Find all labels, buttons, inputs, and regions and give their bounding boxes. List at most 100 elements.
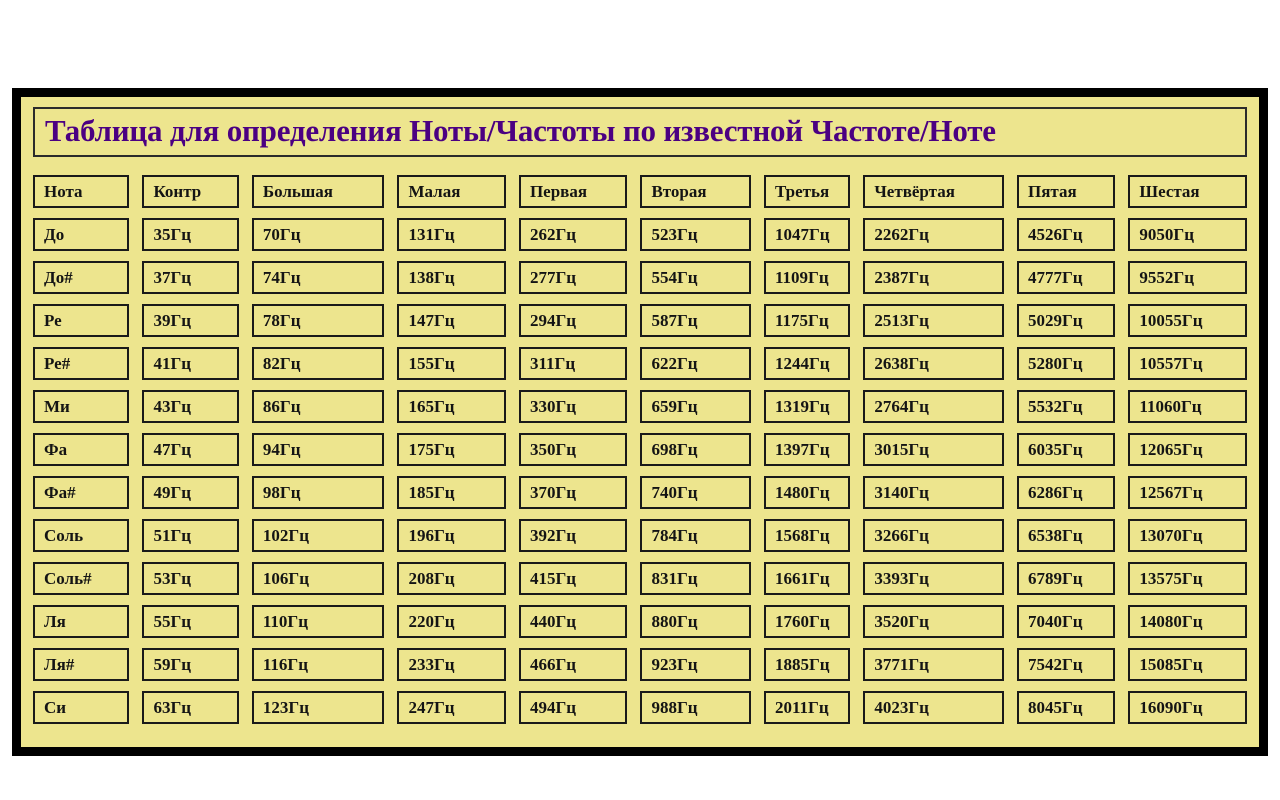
frequency-cell: 1244Гц (763, 347, 851, 380)
frequency-cell: 4526Гц (1016, 218, 1116, 251)
frequency-cell: 165Гц (397, 390, 506, 423)
frequency-cell: 4777Гц (1016, 261, 1116, 294)
frequency-cell: 988Гц (640, 691, 751, 724)
frequency-cell: 13070Гц (1128, 519, 1247, 552)
frequency-cell: 7542Гц (1016, 648, 1116, 681)
table-row: Ре 39Гц 78Гц 147Гц 294Гц 587Гц 1175Гц 2513Гц 502… (33, 304, 1247, 337)
frequency-cell: 5029Гц (1016, 304, 1116, 337)
frequency-cell: 554Гц (640, 261, 751, 294)
frequency-cell: 294Гц (518, 304, 628, 337)
frequency-cell: 2262Гц (863, 218, 1004, 251)
note-name-cell: Ре (33, 304, 130, 337)
note-name-cell: Ре# (33, 347, 130, 380)
frequency-cell: 311Гц (518, 347, 628, 380)
frequency-cell: 53Гц (142, 562, 239, 595)
table-header-cell: Контр (142, 175, 239, 208)
frequency-cell: 43Гц (142, 390, 239, 423)
frequency-cell: 16090Гц (1128, 691, 1247, 724)
frequency-cell: 1480Гц (763, 476, 851, 509)
frequency-cell: 12567Гц (1128, 476, 1247, 509)
frequency-cell: 1109Гц (763, 261, 851, 294)
frequency-cell: 10557Гц (1128, 347, 1247, 380)
frequency-cell: 39Гц (142, 304, 239, 337)
frequency-cell: 923Гц (640, 648, 751, 681)
frequency-cell: 440Гц (518, 605, 628, 638)
frequency-cell: 55Гц (142, 605, 239, 638)
frequency-cell: 6286Гц (1016, 476, 1116, 509)
note-name-cell: Соль# (33, 562, 130, 595)
table-row: Ля# 59Гц 116Гц 233Гц 466Гц 923Гц 1885Гц 3771Гц 7… (33, 648, 1247, 681)
frequency-cell: 1175Гц (763, 304, 851, 337)
frequency-cell: 6538Гц (1016, 519, 1116, 552)
title-box: Таблица для определения Ноты/Частоты по … (33, 107, 1247, 157)
page-title: Таблица для определения Ноты/Частоты по … (45, 113, 996, 148)
frequency-cell: 1047Гц (763, 218, 851, 251)
frequency-cell: 196Гц (397, 519, 506, 552)
frequency-cell: 370Гц (518, 476, 628, 509)
frequency-cell: 106Гц (251, 562, 385, 595)
table-header-cell: Третья (763, 175, 851, 208)
table-header-cell: Малая (397, 175, 506, 208)
frequency-cell: 78Гц (251, 304, 385, 337)
frequency-cell: 98Гц (251, 476, 385, 509)
frequency-cell: 3520Гц (863, 605, 1004, 638)
frequency-cell: 35Гц (142, 218, 239, 251)
table-row: Ля 55Гц 110Гц 220Гц 440Гц 880Гц 1760Гц 3520Гц 70… (33, 605, 1247, 638)
frequency-cell: 350Гц (518, 433, 628, 466)
frequency-cell: 123Гц (251, 691, 385, 724)
frequency-cell: 102Гц (251, 519, 385, 552)
frequency-cell: 3015Гц (863, 433, 1004, 466)
note-name-cell: Ля (33, 605, 130, 638)
frequency-cell: 1397Гц (763, 433, 851, 466)
note-name-cell: Фа (33, 433, 130, 466)
frequency-cell: 9552Гц (1128, 261, 1247, 294)
frequency-cell: 880Гц (640, 605, 751, 638)
frequency-cell: 1319Гц (763, 390, 851, 423)
table-body: До 35Гц 70Гц 131Гц 262Гц 523Гц 1047Гц 2262Гц 452… (33, 218, 1247, 724)
note-name-cell: Ля# (33, 648, 130, 681)
table-header: Нота Контр Большая Малая Первая Вторая Третья Ч… (33, 175, 1247, 208)
frequency-cell: 2764Гц (863, 390, 1004, 423)
frequency-cell: 41Гц (142, 347, 239, 380)
frequency-cell: 1885Гц (763, 648, 851, 681)
frequency-cell: 110Гц (251, 605, 385, 638)
frequency-cell: 466Гц (518, 648, 628, 681)
table-row: Ми 43Гц 86Гц 165Гц 330Гц 659Гц 1319Гц 2764Гц 553… (33, 390, 1247, 423)
table-header-cell: Пятая (1016, 175, 1116, 208)
frequency-cell: 6789Гц (1016, 562, 1116, 595)
frequency-cell: 415Гц (518, 562, 628, 595)
frequency-cell: 2387Гц (863, 261, 1004, 294)
frequency-cell: 12065Гц (1128, 433, 1247, 466)
frequency-cell: 208Гц (397, 562, 506, 595)
frequency-cell: 13575Гц (1128, 562, 1247, 595)
frequency-cell: 2011Гц (763, 691, 851, 724)
frequency-cell: 131Гц (397, 218, 506, 251)
note-frequency-table: Нота Контр Большая Малая Первая Вторая Третья Ч… (20, 165, 1260, 734)
frequency-cell: 63Гц (142, 691, 239, 724)
table-row: Соль# 53Гц 106Гц 208Гц 415Гц 831Гц 1661Гц 3393Г… (33, 562, 1247, 595)
table-header-cell: Большая (251, 175, 385, 208)
table-header-cell: Четвёртая (863, 175, 1004, 208)
frequency-cell: 494Гц (518, 691, 628, 724)
frequency-cell: 51Гц (142, 519, 239, 552)
table-header-cell: Нота (33, 175, 130, 208)
frequency-cell: 233Гц (397, 648, 506, 681)
frequency-cell: 2513Гц (863, 304, 1004, 337)
frequency-cell: 185Гц (397, 476, 506, 509)
table-header-row: Нота Контр Большая Малая Первая Вторая Третья Ч… (33, 175, 1247, 208)
frequency-cell: 698Гц (640, 433, 751, 466)
frequency-cell: 3771Гц (863, 648, 1004, 681)
frequency-cell: 10055Гц (1128, 304, 1247, 337)
frequency-cell: 3140Гц (863, 476, 1004, 509)
frequency-cell: 14080Гц (1128, 605, 1247, 638)
frequency-cell: 8045Гц (1016, 691, 1116, 724)
frequency-cell: 155Гц (397, 347, 506, 380)
frequency-cell: 5280Гц (1016, 347, 1116, 380)
table-row: Си 63Гц 123Гц 247Гц 494Гц 988Гц 2011Гц 4023Гц 80… (33, 691, 1247, 724)
frequency-cell: 659Гц (640, 390, 751, 423)
table-row: Ре# 41Гц 82Гц 155Гц 311Гц 622Гц 1244Гц 2638Гц 52… (33, 347, 1247, 380)
frequency-cell: 74Гц (251, 261, 385, 294)
note-name-cell: Си (33, 691, 130, 724)
frequency-cell: 4023Гц (863, 691, 1004, 724)
frequency-cell: 138Гц (397, 261, 506, 294)
